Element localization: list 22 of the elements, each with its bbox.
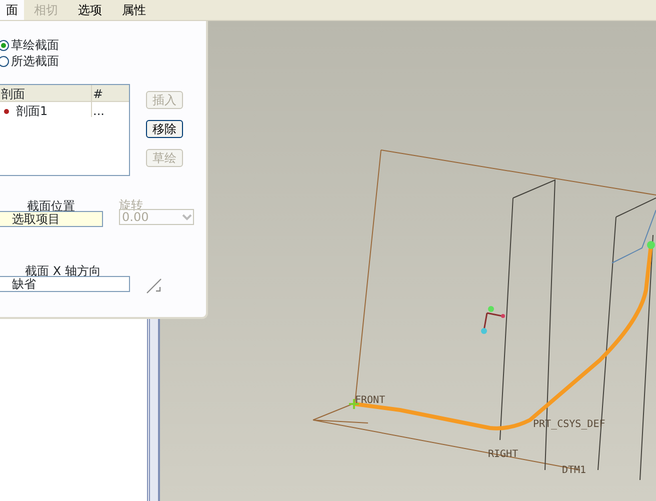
- section-dot-icon: [4, 109, 9, 114]
- radio-button[interactable]: [0, 56, 9, 66]
- datum-label: DTM1: [562, 465, 586, 476]
- flip-direction-icon[interactable]: [146, 277, 163, 294]
- field-label: 截面 X 轴方向: [25, 263, 101, 278]
- coordinate-system-icon: [481, 306, 505, 334]
- column-header: #: [92, 86, 104, 101]
- column-header: 剖面: [0, 85, 92, 101]
- radio-label[interactable]: 草绘截面: [11, 36, 59, 54]
- table-cell-text: ...: [92, 103, 104, 117]
- section-button[interactable]: 移除: [146, 120, 183, 138]
- end-point-icon: [647, 241, 655, 249]
- radio-button[interactable]: [0, 40, 9, 50]
- x-axis-direction-field[interactable]: 缺省: [0, 276, 130, 292]
- tab[interactable]: 面: [0, 0, 24, 20]
- field-label: 截面位置: [27, 198, 75, 214]
- section-name[interactable]: 剖面1: [15, 104, 48, 118]
- datum-label: FRONT: [355, 395, 386, 406]
- tab[interactable]: 选项: [68, 0, 112, 20]
- section-location-field[interactable]: 选取项目: [0, 211, 103, 227]
- radio-label[interactable]: 所选截面: [11, 52, 59, 70]
- tab[interactable]: 属性: [112, 0, 156, 20]
